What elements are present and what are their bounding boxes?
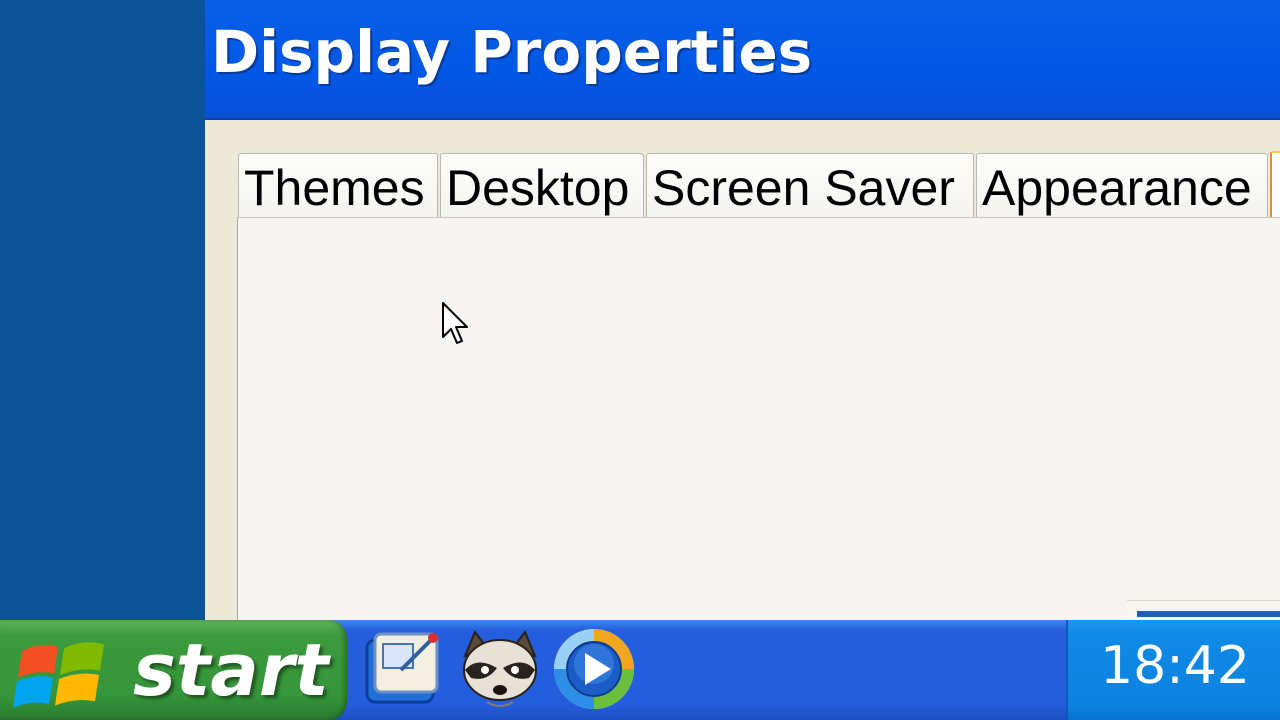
start-label: start [133,628,329,712]
start-button[interactable]: start [0,620,347,720]
system-tray: 18:42 [1066,620,1280,720]
tab-themes[interactable]: Themes [238,153,438,217]
show-desktop-icon[interactable] [361,626,447,712]
tab-screen-saver[interactable]: Screen Saver [646,153,974,217]
desktop-background: Display Properties Themes Desktop Screen… [0,0,1280,720]
tab-content-panel [237,217,1280,620]
panel-inner-box-edge [1137,611,1280,617]
taskbar: start 18:42 [0,620,1280,720]
display-properties-window: Display Properties Themes Desktop Screen… [205,0,1280,620]
tab-desktop[interactable]: Desktop [440,153,644,217]
mouse-pointer-icon [442,302,468,344]
taskbar-clock[interactable]: 18:42 [1068,636,1280,696]
windows-logo-icon [13,642,104,708]
windows-media-player-icon[interactable] [551,626,637,712]
raccoon-app-icon[interactable] [457,626,543,712]
window-titlebar[interactable]: Display Properties [205,0,1280,120]
tab-strip: Themes Desktop Screen Saver Appearance [238,151,1280,217]
panel-inner-box [1127,600,1280,620]
tab-appearance[interactable]: Appearance [976,153,1268,217]
window-title: Display Properties [211,18,813,86]
tab-settings-edge[interactable] [1270,151,1280,217]
